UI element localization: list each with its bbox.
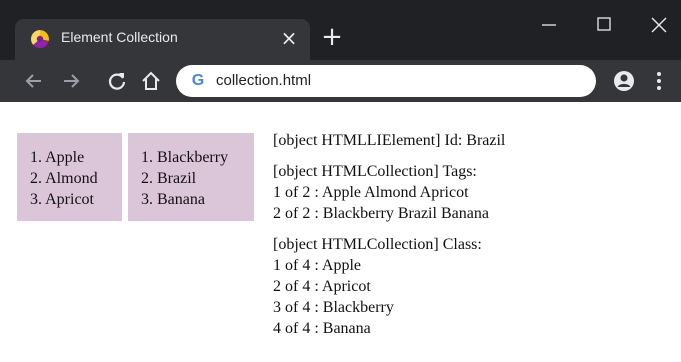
browser-tab[interactable]: Element Collection × xyxy=(15,19,310,60)
url-text[interactable]: collection.html xyxy=(216,72,311,89)
class-line: 2 of 4 : Apricot xyxy=(273,278,371,295)
tab-close-icon[interactable]: × xyxy=(277,26,301,50)
title-bar: Element Collection × + xyxy=(0,0,681,60)
window-close-icon[interactable] xyxy=(644,10,674,40)
maximize-icon[interactable] xyxy=(589,10,619,40)
profile-icon[interactable] xyxy=(613,70,635,92)
list-item: 1. Blackberry xyxy=(141,149,229,166)
list-item: 3. Banana xyxy=(141,191,205,208)
class-line: 4 of 4 : Banana xyxy=(273,320,371,337)
page-viewport: 1. Apple 2. Almond 3. Apricot 1. Blackbe… xyxy=(0,102,681,362)
google-g-icon: G xyxy=(191,72,205,89)
tags-header: [object HTMLCollection] Tags: xyxy=(273,163,477,180)
reload-icon[interactable] xyxy=(105,69,129,93)
id-result: [object HTMLLIElement] Id: Brazil xyxy=(273,132,506,149)
tags-line: 2 of 2 : Blackberry Brazil Banana xyxy=(273,205,489,222)
minimize-icon[interactable] xyxy=(534,10,564,40)
list-box-a: 1. Apple 2. Almond 3. Apricot xyxy=(17,133,122,221)
class-line: 3 of 4 : Blackberry xyxy=(273,299,394,316)
forward-arrow-icon[interactable] xyxy=(59,69,83,93)
kebab-menu-icon[interactable] xyxy=(654,70,664,92)
script-output: [object HTMLLIElement] Id: Brazil [objec… xyxy=(273,130,673,339)
class-header: [object HTMLCollection] Class: xyxy=(273,236,482,253)
new-tab-plus-icon[interactable]: + xyxy=(318,23,346,51)
browser-toolbar: G collection.html xyxy=(0,60,681,102)
list-item: 2. Brazil xyxy=(141,170,197,187)
list-item: 1. Apple xyxy=(30,149,85,166)
list-box-b: 1. Blackberry 2. Brazil 3. Banana xyxy=(128,133,254,221)
list-item: 2. Almond xyxy=(30,170,98,187)
address-bar[interactable]: G collection.html xyxy=(176,65,596,97)
tags-line: 1 of 2 : Apple Almond Apricot xyxy=(273,184,469,201)
list-item: 3. Apricot xyxy=(30,191,94,208)
chrome-favicon-icon xyxy=(31,30,49,48)
home-icon[interactable] xyxy=(139,69,163,93)
back-arrow-icon[interactable] xyxy=(22,69,46,93)
tab-title: Element Collection xyxy=(61,29,178,45)
class-line: 1 of 4 : Apple xyxy=(273,257,361,274)
